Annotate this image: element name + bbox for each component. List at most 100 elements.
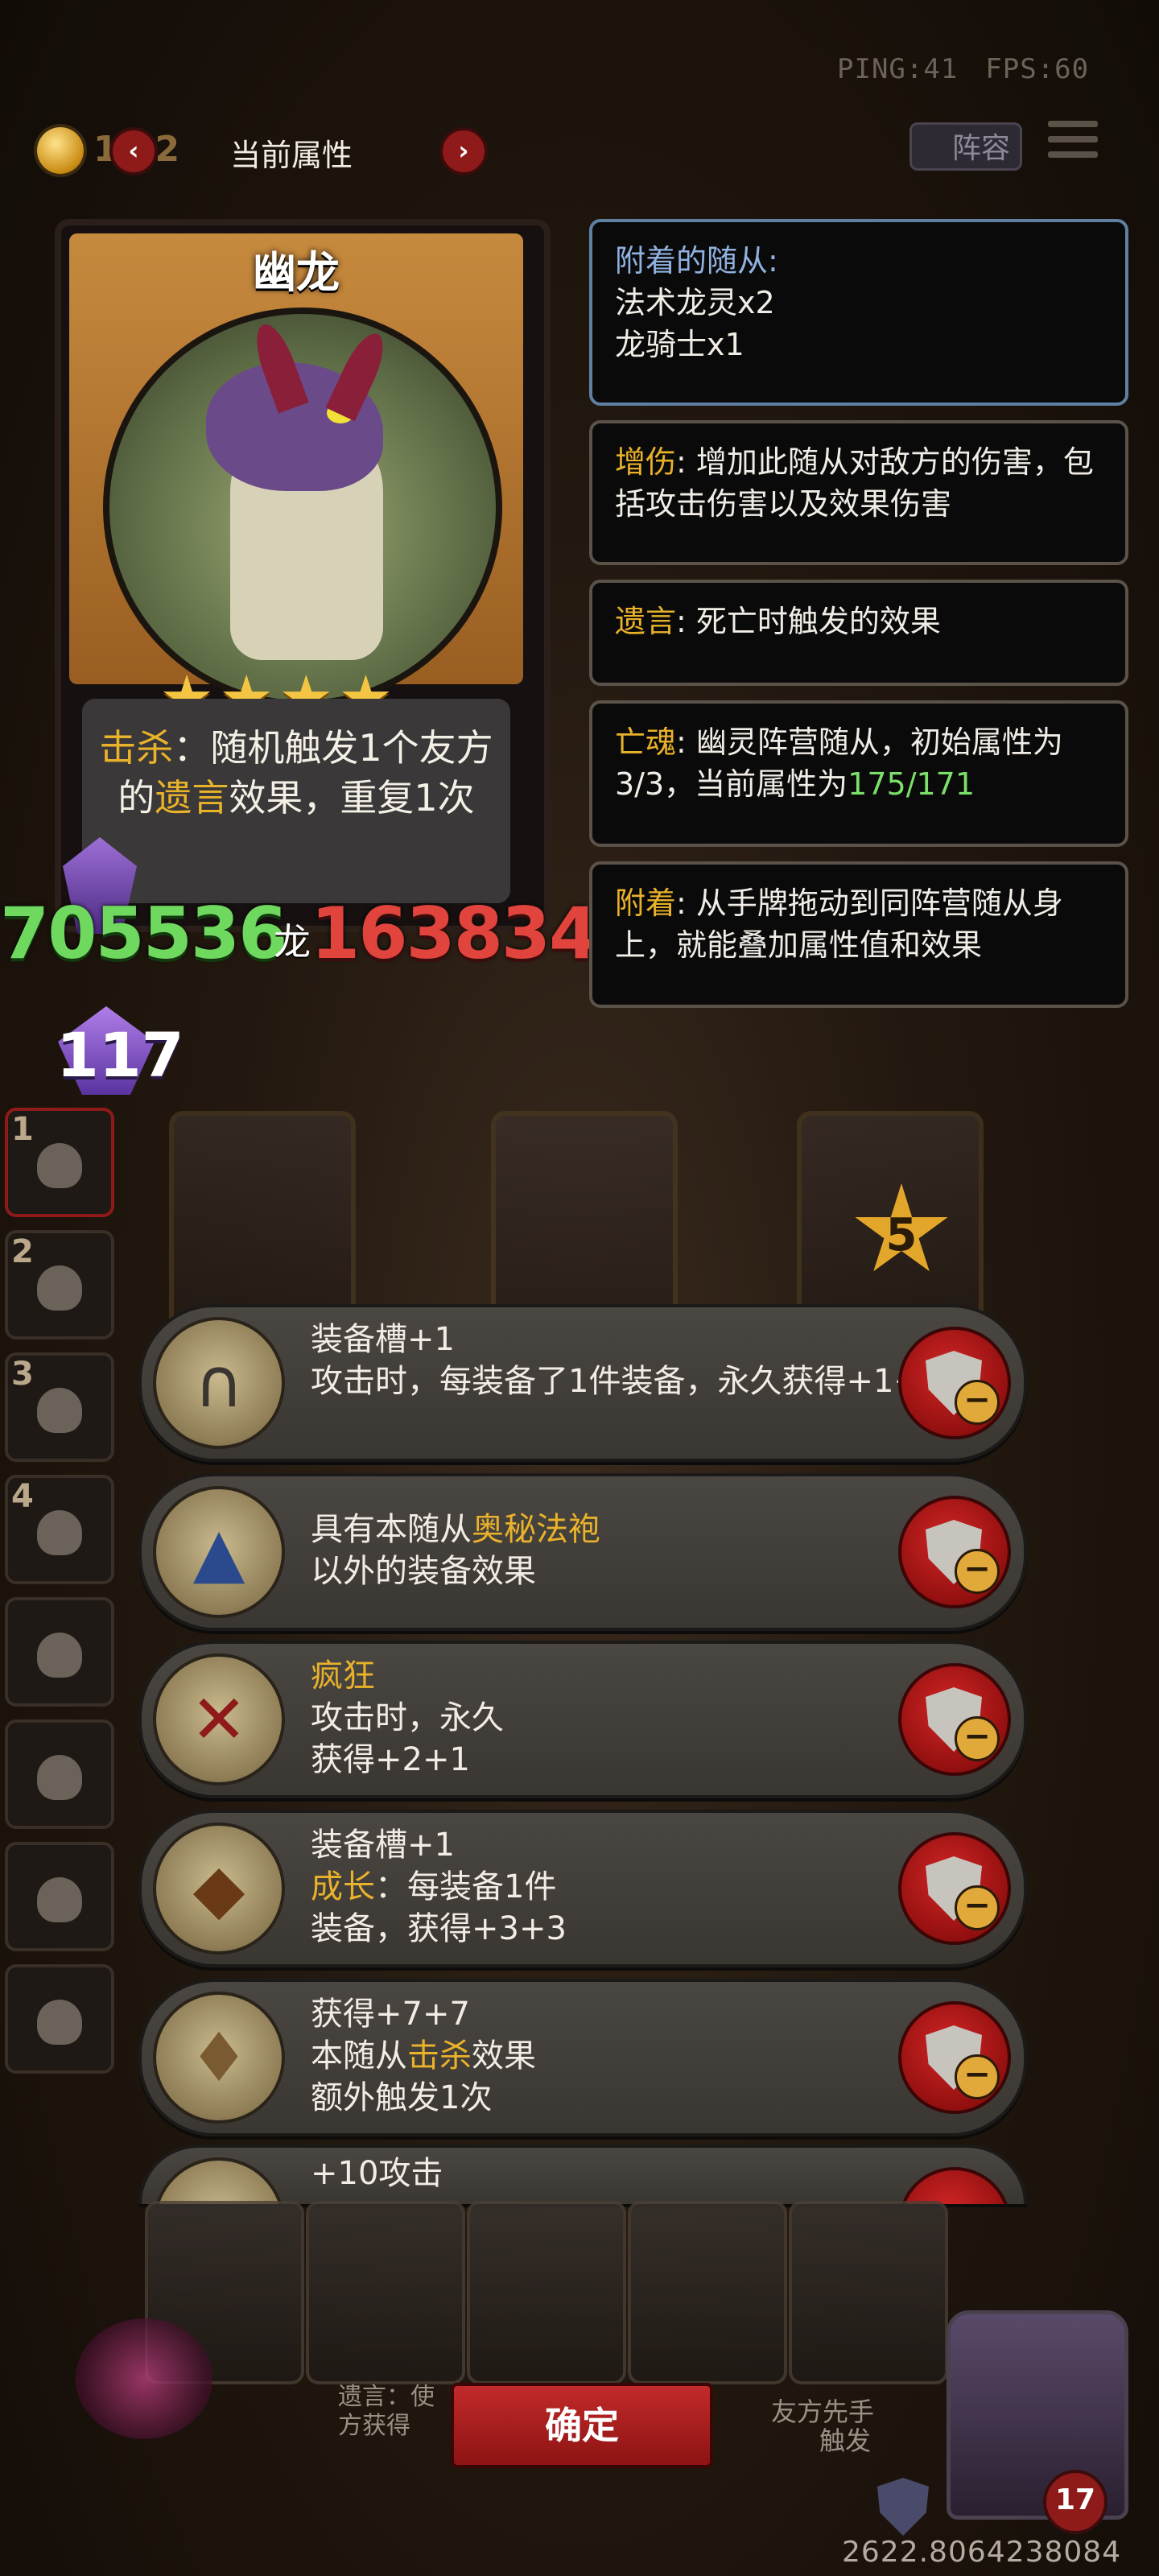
remove-equipment-button[interactable]: −	[898, 1327, 1011, 1439]
equipment-desc: 疯狂 攻击时，永久 获得+2+1	[311, 1655, 947, 1781]
ability-text-part: 效果，重复1次	[229, 776, 475, 819]
keyword-label: 奥秘法袍	[472, 1511, 600, 1548]
hint-line: 遗言：使	[338, 2383, 435, 2411]
slot-index: 4	[11, 1478, 34, 1515]
equipment-desc: 装备槽+1 攻击时，每装备了1件装备，永久获得+1+1	[311, 1319, 947, 1402]
keyword-label: 成长	[311, 1868, 375, 1905]
portal-icon[interactable]	[76, 2318, 212, 2439]
coordinate-readout: 2622.8064238084	[842, 2536, 1122, 2569]
robe-icon: ▲	[153, 1486, 285, 1618]
equipment-line: +10攻击	[311, 2155, 443, 2192]
equipment-item[interactable]: ∩ 装备槽+1 攻击时，每装备了1件装备，永久获得+1+1 −	[138, 1304, 1027, 1462]
minus-icon: −	[955, 1885, 1000, 1930]
remove-equipment-button[interactable]: −	[898, 1496, 1011, 1608]
fps-readout: FPS:60	[985, 53, 1090, 85]
current-stats: 175/171	[848, 766, 975, 802]
skull-icon	[37, 1877, 82, 1922]
shield-icon[interactable]	[877, 2478, 929, 2536]
equipment-desc: 具有本随从奥秘法袍 以外的装备效果	[311, 1509, 947, 1592]
keyword-label: 击杀	[407, 2037, 472, 2074]
keyword-desc: : 死亡时触发的效果	[676, 604, 941, 639]
prev-unit-button[interactable]: ‹	[109, 127, 158, 175]
equipment-line: 具有本随从	[311, 1511, 472, 1548]
hero-level-badge: 17	[1043, 2470, 1107, 2534]
skull-icon	[37, 1510, 82, 1555]
hand-card[interactable]	[306, 2201, 465, 2384]
race-label: 龙	[274, 920, 311, 964]
next-unit-button[interactable]: ›	[439, 127, 488, 175]
attached-minions-panel: 附着的随从: 法术龙灵x2 龙骑士x1	[589, 219, 1128, 406]
equipment-line: 获得+7+7	[311, 1996, 470, 2033]
keyword-label: 疯狂	[311, 1657, 375, 1695]
side-slot[interactable]: 2	[5, 1230, 114, 1340]
keyword-panel-damage: 增伤: 增加此随从对敌方的伤害，包括攻击伤害以及效果伤害	[589, 420, 1128, 565]
keyword-panel-attach: 附着: 从手牌拖动到同阵营随从身上，就能叠加属性值和效果	[589, 861, 1128, 1008]
horseshoe-icon: ∩	[153, 1317, 285, 1449]
side-slot[interactable]	[5, 1842, 114, 1951]
equipment-line: 以外的装备效果	[311, 1553, 536, 1590]
menu-icon[interactable]	[1048, 121, 1098, 171]
equipment-line: ：每装备1件	[375, 1868, 557, 1905]
hand-card[interactable]	[789, 2201, 948, 2384]
keyword-label: 附着	[615, 886, 677, 921]
equipment-line: 装备，获得+3+3	[311, 1910, 567, 1947]
side-slot[interactable]: 1	[5, 1108, 114, 1217]
slot-index: 2	[11, 1233, 34, 1270]
hint-line: 触发	[819, 2425, 872, 2456]
equipment-line: 攻击时，每装备了1件装备，永久获得+1+1	[311, 1363, 942, 1400]
hand-card-hint: 友方先手 触发	[771, 2397, 874, 2455]
remove-equipment-button[interactable]: −	[898, 2001, 1011, 2114]
equipment-line: 本随从	[311, 2037, 407, 2074]
equipment-line: 攻击时，永久	[311, 1699, 504, 1736]
keyword-deathrattle: 遗言	[155, 776, 229, 819]
attached-item: 法术龙灵x2	[615, 285, 775, 320]
keyword-label: 增伤	[615, 444, 677, 480]
equipment-line: 效果	[472, 2037, 536, 2074]
confirm-button[interactable]: 确定	[451, 2383, 713, 2468]
side-slot[interactable]: 3	[5, 1352, 114, 1462]
equipment-item[interactable]: ✕ 疯狂 攻击时，永久 获得+2+1 −	[138, 1641, 1027, 1798]
lineup-button[interactable]: 阵容	[909, 122, 1022, 171]
equipment-desc: 获得+7+7 本随从击杀效果 额外触发1次	[311, 1993, 947, 2119]
equipment-item[interactable]: ◆ 装备槽+1 成长：每装备1件 装备，获得+3+3 −	[138, 1810, 1027, 1967]
equipment-item[interactable]: +10攻击	[138, 2145, 1027, 2204]
sword-icon	[153, 2157, 285, 2204]
equipment-desc: +10攻击	[311, 2153, 947, 2194]
hint-line: 友方先手	[771, 2396, 875, 2427]
crossed-swords-icon: ✕	[153, 1653, 285, 1785]
network-stats: PING:41 FPS:60	[837, 53, 1116, 85]
equipment-line: 装备槽+1	[311, 1321, 455, 1358]
attached-title: 附着的随从:	[615, 243, 778, 279]
armor-icon: ◆	[153, 1823, 285, 1955]
remove-equipment-button[interactable]: −	[898, 1832, 1011, 1945]
equipment-line: 额外触发1次	[311, 2079, 493, 2116]
coin-icon	[37, 127, 84, 174]
skull-icon	[37, 1265, 82, 1311]
skull-icon	[37, 1633, 82, 1678]
minus-icon: −	[955, 1716, 1000, 1761]
attribute-header: 1 32 ‹ 当前属性 ›	[37, 121, 488, 177]
equipment-line: 获得+2+1	[311, 1741, 470, 1778]
keyword-label: 遗言	[615, 604, 677, 639]
keyword-kill: 击杀	[99, 726, 174, 770]
side-slot[interactable]	[5, 1719, 114, 1829]
minus-icon: −	[955, 2054, 1000, 2099]
equipment-item[interactable]: ♦ 获得+7+7 本随从击杀效果 额外触发1次 −	[138, 1979, 1027, 2136]
ping-readout: PING:41	[837, 53, 959, 85]
side-slot[interactable]	[5, 1597, 114, 1707]
unit-name: 幽龙	[253, 247, 340, 298]
equipment-line: 装备槽+1	[311, 1827, 455, 1864]
side-slot[interactable]: 4	[5, 1475, 114, 1584]
hand-card[interactable]	[628, 2201, 787, 2384]
slot-index: 1	[11, 1111, 34, 1148]
equipment-item[interactable]: ▲ 具有本随从奥秘法袍 以外的装备效果 −	[138, 1473, 1027, 1631]
side-slot[interactable]	[5, 1964, 114, 2074]
minus-icon: −	[955, 1549, 1000, 1594]
skull-icon	[37, 1388, 82, 1433]
hand-card-hint: 遗言：使 方获得	[338, 2383, 435, 2441]
hand-card[interactable]	[467, 2201, 626, 2384]
skull-icon	[37, 1755, 82, 1800]
hand-cards	[145, 2201, 1030, 2384]
remove-equipment-button[interactable]: −	[898, 1663, 1011, 1776]
attached-item: 龙骑士x1	[615, 327, 744, 362]
